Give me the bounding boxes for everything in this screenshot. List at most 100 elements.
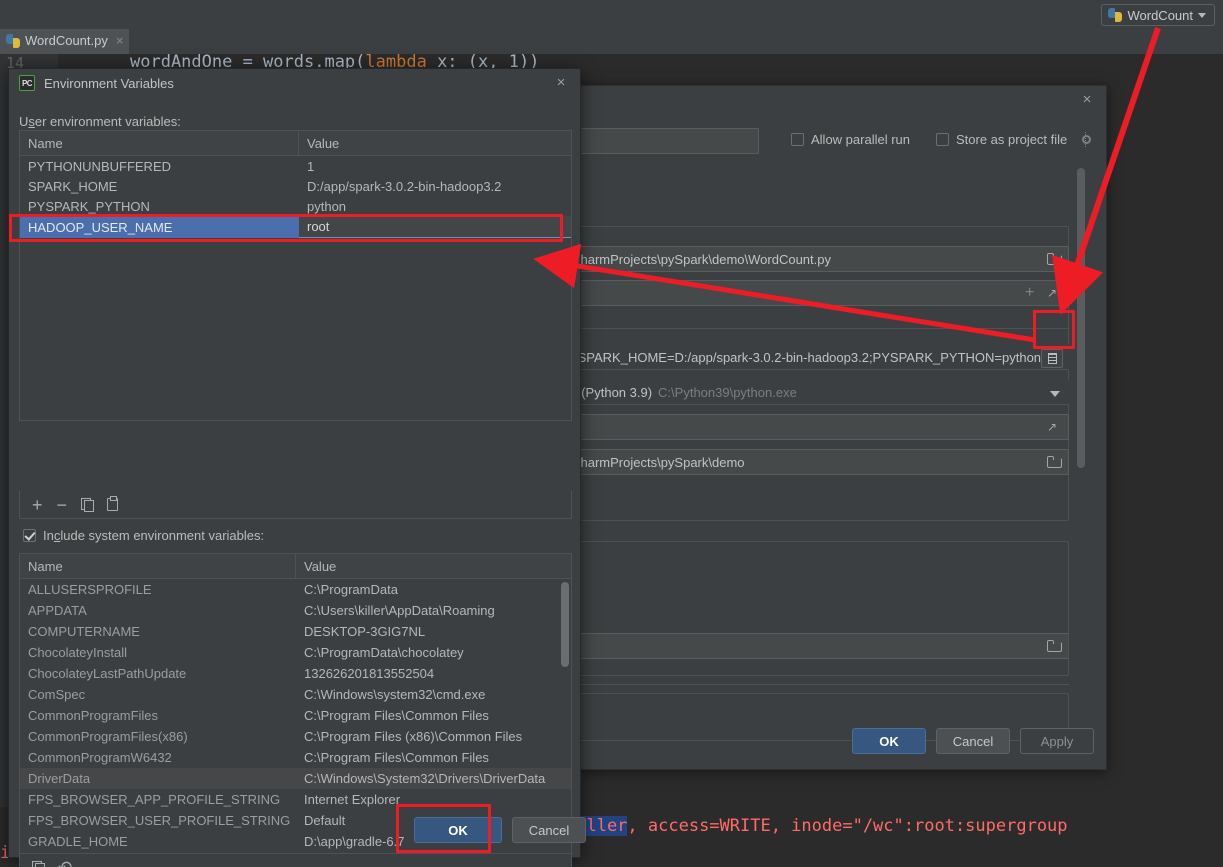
- table-row[interactable]: ChocolateyLastPathUpdate 132626201813552…: [20, 663, 571, 684]
- table-row[interactable]: CommonProgramFiles C:\Program Files\Comm…: [20, 705, 571, 726]
- cell-name: SPARK_HOME: [28, 178, 118, 194]
- table-row[interactable]: ComSpec C:\Windows\system32\cmd.exe: [20, 684, 571, 705]
- table-row[interactable]: COMPUTERNAME DESKTOP-3GIG7NL: [20, 621, 571, 642]
- table-row[interactable]: DriverData C:\Windows\System32\Drivers\D…: [20, 768, 571, 789]
- python-interpreter-path: C:\Python39\python.exe: [658, 384, 797, 400]
- editor-tab-strip: WordCount.py ×: [0, 29, 1223, 54]
- user-environment-variables-table[interactable]: Name Value PYTHONUNBUFFERED 1 SPARK_HOME…: [19, 130, 572, 421]
- configuration-name-input[interactable]: [569, 128, 759, 154]
- close-icon[interactable]: ×: [554, 75, 568, 90]
- dialog-scroll-thumb[interactable]: [1077, 168, 1085, 468]
- run-configuration-label: WordCount: [1127, 7, 1193, 23]
- cell-name[interactable]: HADOOP_USER_NAME: [20, 216, 299, 238]
- table-row[interactable]: ChocolateyInstall C:\ProgramData\chocola…: [20, 642, 571, 663]
- cell-value-editing[interactable]: root: [299, 216, 571, 238]
- run-config-titlebar: ×: [579, 86, 1106, 116]
- parameters-input[interactable]: + ↗: [569, 280, 1069, 306]
- expand-icon[interactable]: ↗: [1047, 421, 1060, 434]
- run-config-ok-button[interactable]: OK: [852, 728, 926, 754]
- cell-value: DESKTOP-3GIG7NL: [304, 624, 426, 639]
- column-header-value[interactable]: Value: [296, 554, 571, 578]
- table-row[interactable]: APPDATA C:\Users\killer\AppData\Roaming: [20, 600, 571, 621]
- cell-name: PYSPARK_PYTHON: [28, 198, 150, 214]
- column-header-value[interactable]: Value: [299, 131, 571, 155]
- cell-value: C:\Program Files\Common Files: [304, 750, 489, 765]
- table-row[interactable]: SPARK_HOME D:/app/spark-3.0.2-bin-hadoop…: [20, 176, 571, 196]
- script-path-value: charmProjects\pySpark\demo\WordCount.py: [574, 251, 831, 267]
- column-header-name[interactable]: Name: [20, 131, 299, 155]
- paste-button[interactable]: [107, 496, 119, 511]
- table-row[interactable]: PYSPARK_PYTHON python: [20, 196, 571, 216]
- expand-icon[interactable]: ↗: [1047, 287, 1060, 300]
- script-path-input[interactable]: charmProjects\pySpark\demo\WordCount.py: [569, 246, 1069, 272]
- pycharm-icon: PC: [19, 75, 35, 91]
- store-as-project-file-checkbox[interactable]: Store as project file: [936, 132, 1093, 147]
- cell-name: DriverData: [28, 771, 91, 786]
- copy-button[interactable]: [32, 861, 45, 867]
- table-row[interactable]: CommonProgramW6432 C:\Program Files\Comm…: [20, 747, 571, 768]
- env-dialog-titlebar: PC Environment Variables ×: [9, 69, 580, 97]
- env-cancel-button[interactable]: Cancel: [512, 817, 586, 843]
- interpreter-options-input[interactable]: ↗: [569, 414, 1069, 440]
- checkbox-box[interactable]: [23, 529, 36, 542]
- panel-divider: [569, 328, 1069, 329]
- close-icon[interactable]: ×: [1080, 92, 1094, 107]
- revert-button[interactable]: ↶: [58, 859, 72, 867]
- cell-value: C:\ProgramData\chocolatey: [304, 645, 464, 660]
- table-row-selected[interactable]: HADOOP_USER_NAME root: [20, 216, 571, 238]
- copy-button[interactable]: [81, 498, 95, 512]
- editor-tab-label: WordCount.py: [25, 33, 108, 48]
- allow-parallel-run-label: Allow parallel run: [811, 132, 910, 147]
- include-system-env-checkbox[interactable]: Include system environment variables:: [23, 528, 264, 543]
- python-icon: [1108, 8, 1123, 22]
- run-debug-configurations-dialog: × Allow parallel run Store as project fi…: [569, 85, 1107, 770]
- cell-value: 132626201813552504: [304, 666, 435, 681]
- cell-name: ChocolateyInstall: [28, 645, 127, 660]
- table-row[interactable]: CommonProgramFiles(x86) C:\Program Files…: [20, 726, 571, 747]
- chevron-down-icon[interactable]: [1050, 391, 1060, 397]
- user-env-toolbar: + −: [19, 491, 572, 519]
- plus-icon[interactable]: +: [1025, 285, 1038, 301]
- system-table-scroll-thumb[interactable]: [561, 582, 569, 667]
- python-interpreter-combo[interactable]: : (Python 3.9) C:\Python39\python.exe: [569, 379, 1069, 405]
- checkbox-box[interactable]: [936, 133, 949, 146]
- cell-name: CommonProgramFiles(x86): [28, 729, 188, 744]
- cell-value: C:\ProgramData: [304, 582, 398, 597]
- include-system-env-label: Include system environment variables:: [43, 528, 265, 543]
- remove-variable-button[interactable]: −: [57, 496, 68, 514]
- environment-variables-input[interactable]: ;SPARK_HOME=D:/app/spark-3.0.2-bin-hadoo…: [569, 344, 1069, 370]
- run-config-footer: OK Cancel Apply: [579, 714, 1106, 769]
- checkbox-box[interactable]: [791, 133, 804, 146]
- folder-icon[interactable]: [1047, 253, 1062, 265]
- environment-variables-browse-button[interactable]: [1041, 349, 1063, 368]
- run-config-cancel-button[interactable]: Cancel: [936, 728, 1010, 754]
- folder-icon[interactable]: [1047, 456, 1062, 468]
- column-header-name[interactable]: Name: [20, 554, 296, 578]
- table-row[interactable]: PYTHONUNBUFFERED 1: [20, 156, 571, 176]
- editor-tab-wordcount[interactable]: WordCount.py ×: [0, 29, 130, 54]
- allow-parallel-run-checkbox[interactable]: Allow parallel run: [791, 132, 910, 147]
- cell-value: python: [307, 198, 347, 214]
- cell-name: ChocolateyLastPathUpdate: [28, 666, 187, 681]
- cell-value: C:\Users\killer\AppData\Roaming: [304, 603, 495, 618]
- run-config-apply-button[interactable]: Apply: [1020, 728, 1094, 754]
- table-header: Name Value: [20, 554, 571, 579]
- cell-name: COMPUTERNAME: [28, 624, 140, 639]
- cell-value: C:\Program Files\Common Files: [304, 708, 489, 723]
- chevron-down-icon[interactable]: [1198, 12, 1206, 18]
- add-variable-button[interactable]: +: [32, 496, 43, 514]
- gear-icon[interactable]: [1080, 132, 1093, 147]
- run-configuration-selector[interactable]: WordCount: [1101, 4, 1215, 26]
- panel-divider-2: [569, 684, 1069, 685]
- python-file-icon: [6, 33, 20, 48]
- close-icon[interactable]: ×: [116, 33, 124, 48]
- store-as-project-file-label: Store as project file: [956, 132, 1068, 147]
- cell-name: PYTHONUNBUFFERED: [28, 158, 172, 174]
- working-directory-input[interactable]: charmProjects\pySpark\demo: [569, 449, 1069, 475]
- cell-name: ComSpec: [28, 687, 86, 702]
- environment-variables-value: ;SPARK_HOME=D:/app/spark-3.0.2-bin-hadoo…: [574, 349, 1042, 365]
- env-ok-button[interactable]: OK: [414, 817, 502, 843]
- environment-variables-dialog: PC Environment Variables × User environm…: [8, 68, 586, 867]
- table-row[interactable]: ALLUSERSPROFILE C:\ProgramData: [20, 579, 571, 600]
- user-env-section-label: User environment variables:: [19, 114, 181, 129]
